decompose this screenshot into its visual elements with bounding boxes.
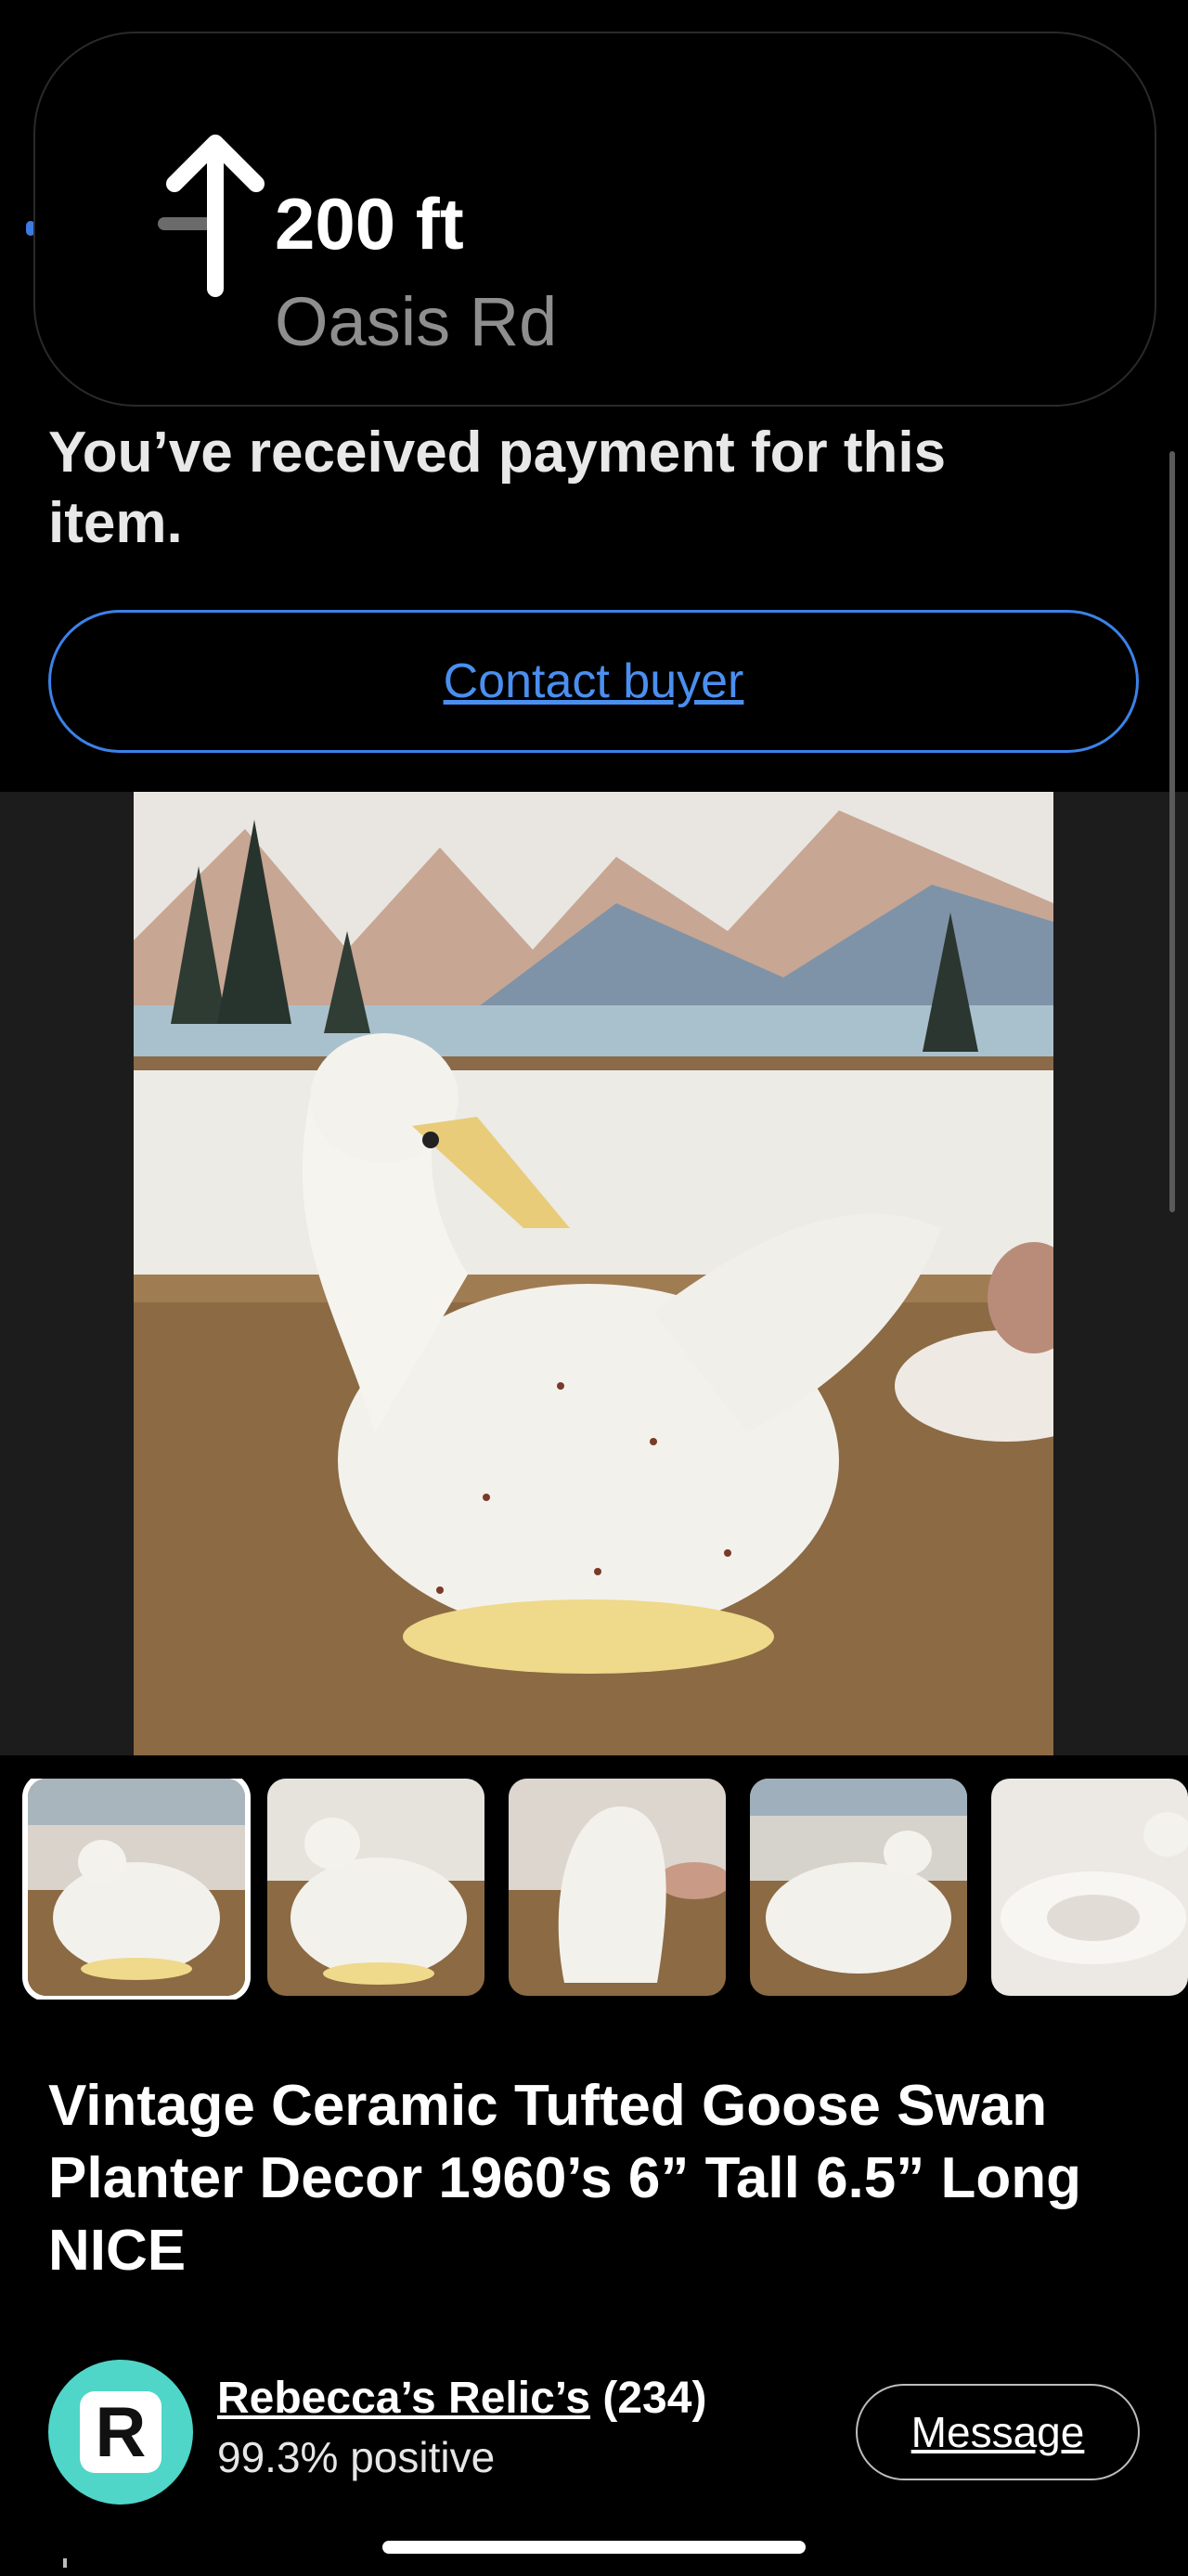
contact-buyer-label: Contact buyer [443, 654, 744, 708]
thumbnail-5[interactable] [991, 1779, 1188, 1996]
seller-name-link[interactable]: Rebecca’s Relic’s [217, 2374, 590, 2423]
seller-info: Rebecca’s Relic’s (234) [217, 2373, 706, 2424]
thumbnail-2[interactable] [267, 1779, 484, 1996]
seller-avatar-letter: R [80, 2391, 161, 2473]
thumbnail-strip [0, 1779, 1188, 2000]
nav-distance: 200 ft [275, 183, 464, 265]
contact-buyer-button[interactable]: Contact buyer [48, 610, 1139, 753]
thumbnail-1[interactable] [28, 1779, 245, 1996]
arrow-up-icon [158, 135, 265, 297]
edge-mark [63, 2558, 67, 2568]
thumbnail-3[interactable] [509, 1779, 726, 1996]
listing-title: Vintage Ceramic Tufted Goose Swan Plante… [48, 2074, 1081, 2283]
scrollbar[interactable] [1169, 451, 1175, 1212]
message-seller-button[interactable]: Message [856, 2384, 1140, 2480]
navigation-banner[interactable]: 200 ft Oasis Rd [33, 32, 1156, 407]
nav-street-name: Oasis Rd [275, 283, 558, 360]
payment-status-message: You’ve received payment for this item. [48, 421, 947, 555]
seller-feedback-count: (234) [602, 2374, 707, 2423]
home-indicator[interactable] [382, 2541, 806, 2554]
thumbnail-4[interactable] [750, 1779, 967, 1996]
seller-rating: 99.3% positive [217, 2433, 496, 2481]
seller-avatar[interactable]: R [48, 2360, 193, 2505]
message-button-label: Message [910, 2408, 1085, 2456]
product-main-image[interactable] [134, 792, 1053, 1755]
